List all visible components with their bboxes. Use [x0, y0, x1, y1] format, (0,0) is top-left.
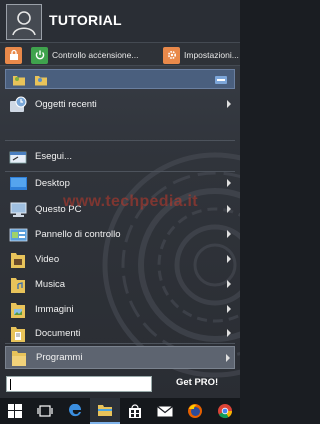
- submenu-arrow-icon: [226, 354, 230, 362]
- separator: [5, 140, 235, 141]
- submenu-arrow-icon: [227, 100, 231, 108]
- submenu-arrow-icon: [227, 280, 231, 288]
- user-name: TUTORIAL: [49, 12, 122, 28]
- programs-folder-icon: [8, 348, 30, 368]
- edge-button[interactable]: [60, 398, 90, 424]
- menu-item-pictures[interactable]: Immagini: [5, 298, 235, 321]
- menu-item-music[interactable]: Musica: [5, 273, 235, 296]
- menu-item-label: Documenti: [35, 328, 81, 339]
- menu-item-label: Pannello di controllo: [35, 229, 121, 240]
- menu-item-label: Immagini: [35, 304, 74, 315]
- run-icon: [7, 147, 29, 167]
- recent-items[interactable]: Oggetti recenti: [5, 93, 235, 116]
- computer-icon: [7, 200, 29, 220]
- power-control-label: Controllo accensione...: [52, 50, 139, 60]
- run-label: Esegui...: [35, 151, 72, 162]
- start-menu: TUTORIAL Controllo accensione... Imposta…: [0, 0, 240, 398]
- menu-item-label: Desktop: [35, 178, 70, 189]
- gear-icon: [163, 46, 180, 64]
- power-icon: [31, 46, 48, 64]
- firefox-icon: [188, 404, 202, 418]
- menu-item-control-panel[interactable]: Pannello di controllo: [5, 223, 235, 246]
- firefox-button[interactable]: [180, 398, 210, 424]
- submenu-arrow-icon: [227, 179, 231, 187]
- text-caret: [10, 379, 11, 390]
- start-button[interactable]: [0, 398, 30, 424]
- task-view-icon: [37, 405, 53, 417]
- lock-button[interactable]: [5, 46, 22, 64]
- menu-item-label: Musica: [35, 279, 66, 290]
- menu-item-label: Questo PC: [35, 204, 82, 215]
- user-folder-icon[interactable]: [12, 73, 26, 91]
- user-header: TUTORIAL: [0, 0, 240, 42]
- store-icon: [129, 403, 141, 418]
- submenu-arrow-icon: [227, 205, 231, 213]
- desktop-icon: [7, 174, 29, 194]
- control-panel-icon: [7, 225, 29, 245]
- submenu-arrow-icon: [227, 230, 231, 238]
- store-button[interactable]: [120, 398, 150, 424]
- windows-start-icon: [8, 404, 22, 418]
- mail-icon: [157, 405, 173, 416]
- music-folder-icon: [7, 275, 29, 295]
- settings-button[interactable]: Impostazioni...: [163, 46, 239, 64]
- pictures-folder-icon: [7, 300, 29, 320]
- menu-item-desktop[interactable]: Desktop: [5, 172, 235, 195]
- recent-items-label: Oggetti recenti: [35, 99, 97, 110]
- file-explorer-icon: [98, 405, 112, 416]
- lock-icon: [5, 46, 22, 64]
- submenu-arrow-icon: [227, 329, 231, 337]
- submenu-arrow-icon: [227, 255, 231, 263]
- video-folder-icon: [7, 250, 29, 270]
- submenu-arrow-icon: [227, 305, 231, 313]
- settings-label: Impostazioni...: [184, 50, 239, 60]
- taskbar: [0, 398, 240, 424]
- power-control-button[interactable]: Controllo accensione...: [31, 46, 149, 64]
- menu-item-video[interactable]: Video: [5, 248, 235, 271]
- menu-item-programs[interactable]: Programmi: [5, 346, 235, 369]
- user-avatar[interactable]: [6, 4, 42, 40]
- file-explorer-button[interactable]: [90, 398, 120, 424]
- quick-actions-bar: Controllo accensione... Impostazioni...: [0, 42, 240, 66]
- menu-item-label: Programmi: [36, 352, 83, 363]
- shared-folder-icon[interactable]: [34, 73, 48, 91]
- mail-button[interactable]: [150, 398, 180, 424]
- separator: [5, 343, 235, 344]
- search-input[interactable]: [6, 376, 152, 392]
- recent-items-icon: [7, 95, 29, 115]
- documents-folder-icon: [7, 324, 29, 344]
- drive-icon[interactable]: [214, 73, 228, 91]
- menu-item-documents[interactable]: Documenti: [5, 322, 235, 345]
- get-pro-link[interactable]: Get PRO!: [176, 377, 218, 388]
- chrome-icon: [218, 404, 233, 419]
- menu-item-label: Video: [35, 254, 60, 265]
- task-view-button[interactable]: [30, 398, 60, 424]
- menu-item-this-pc[interactable]: Questo PC: [5, 198, 235, 221]
- chrome-button[interactable]: [210, 398, 240, 424]
- user-icon: [12, 11, 36, 36]
- run-item[interactable]: Esegui...: [5, 145, 235, 168]
- edge-icon: [68, 403, 81, 416]
- pinned-toolbar: [5, 69, 235, 89]
